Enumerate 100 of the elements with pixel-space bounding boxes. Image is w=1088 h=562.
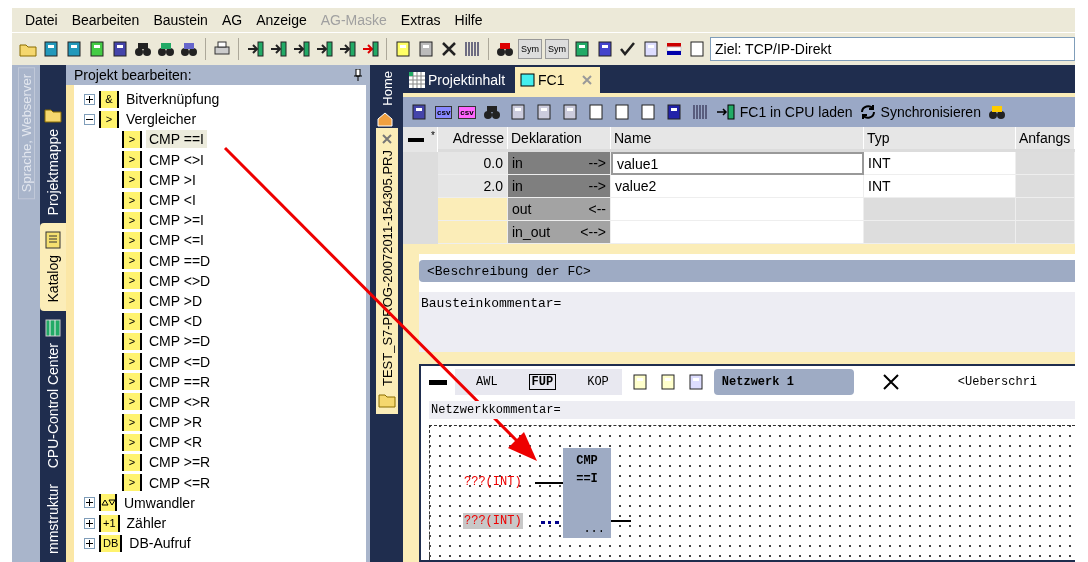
block-badge: > [122, 171, 142, 189]
tree-item[interactable]: CMP <D [146, 312, 206, 331]
block-icon[interactable] [393, 39, 413, 59]
table-cell: 0.0 [438, 152, 508, 175]
csv-button[interactable]: csv [458, 105, 476, 119]
expand-icon[interactable] [84, 537, 95, 549]
tree-item[interactable]: CMP <=I [146, 231, 207, 250]
column-header[interactable]: Anfangs [1016, 127, 1075, 149]
menu-item[interactable]: Hilfe [447, 12, 490, 28]
grid-icon[interactable] [462, 39, 482, 59]
panel-tab[interactable]: Katalog [40, 223, 66, 311]
module-arrow-icon [715, 103, 736, 121]
declaration-text: in [512, 178, 523, 194]
tree-item[interactable]: CMP <=D [146, 352, 214, 371]
tree-item[interactable]: Umwandler [121, 493, 198, 512]
expand-icon[interactable] [84, 497, 95, 509]
network-comment[interactable]: Netzwerkkommentar= [429, 401, 1075, 419]
declaration-cell[interactable]: in_out <--> [508, 221, 611, 244]
tree-item[interactable]: CMP <>I [146, 150, 207, 169]
menu-item[interactable]: AG [214, 12, 250, 28]
module-arrow-icon[interactable] [314, 39, 334, 59]
target-field[interactable]: Ziel: TCP/IP-Direkt [710, 37, 1075, 61]
pin-icon[interactable] [354, 69, 362, 81]
declaration-text: in [512, 155, 523, 171]
document-tab[interactable]: FC1 [515, 67, 600, 93]
menu-item[interactable]: Extras [393, 12, 448, 28]
tree-item[interactable]: Bitverknüpfung [123, 90, 223, 109]
block-badge: > [99, 110, 119, 128]
network-heading[interactable]: <Ueberschri [957, 375, 1038, 389]
module-icon[interactable] [572, 39, 592, 59]
tree-item[interactable]: CMP >=D [146, 332, 214, 351]
menu-item[interactable]: Datei [18, 12, 65, 28]
tree-item[interactable]: CMP <=R [146, 473, 214, 492]
module-arrow-icon[interactable] [291, 39, 311, 59]
menu-item[interactable]: Baustein [146, 12, 215, 28]
tree-item[interactable]: CMP >D [146, 291, 206, 310]
mode-tab[interactable]: FUP [528, 374, 557, 390]
project-tab[interactable]: TEST_S7-PROG-20072011-154305.PRJ [376, 127, 398, 414]
tree-item[interactable]: CMP ==I [146, 130, 207, 149]
module-arrow-icon[interactable] [268, 39, 288, 59]
module-arrow-icon[interactable] [245, 39, 265, 59]
block-badge: > [122, 191, 142, 209]
tree-item[interactable]: Zähler [123, 514, 170, 533]
tree-item[interactable]: Vergleicher [123, 110, 200, 129]
tree-item[interactable]: CMP <>D [146, 271, 214, 290]
tree-item[interactable]: DB-Aufruf [126, 534, 194, 553]
column-marker: * [428, 127, 438, 152]
description-header: <Beschreibung der FC> [419, 260, 1075, 282]
block-operator: ==I [576, 472, 598, 486]
block-comment[interactable]: Bausteinkommentar= [419, 292, 1075, 352]
declaration-cell[interactable]: in --> [508, 175, 611, 198]
module-arrow-icon[interactable] [360, 39, 380, 59]
declaration-cell[interactable]: in --> [508, 152, 611, 175]
mode-tab[interactable]: AWL [473, 374, 501, 390]
tree-item[interactable]: CMP <R [146, 433, 206, 452]
collapse-icon[interactable] [84, 113, 95, 125]
tree-item[interactable]: CMP >=R [146, 453, 214, 472]
toolbar-button[interactable]: FC1 in CPU laden [715, 103, 853, 121]
home-tab[interactable]: Home [376, 65, 398, 110]
name-input[interactable]: value1 [611, 152, 864, 175]
column-header[interactable]: Typ [864, 127, 1016, 149]
function-block[interactable]: CMP ==I ... [563, 448, 611, 538]
block-badge: > [122, 353, 142, 371]
square-icon[interactable] [416, 39, 436, 59]
column-header[interactable]: Name [611, 127, 864, 149]
tree-item[interactable]: CMP <>R [146, 392, 214, 411]
close-icon[interactable] [881, 373, 900, 391]
module-arrow-icon[interactable] [337, 39, 357, 59]
expand-icon[interactable] [84, 517, 95, 529]
tree-item[interactable]: CMP ==D [146, 251, 214, 270]
symbol-button[interactable]: Sym [518, 39, 542, 59]
declaration-text: out [512, 201, 532, 217]
column-header[interactable]: Deklaration [508, 127, 611, 149]
save-icon[interactable] [110, 39, 130, 59]
save-icon[interactable] [409, 102, 429, 122]
mode-tab[interactable]: KOP [584, 374, 612, 390]
expand-icon[interactable] [84, 93, 95, 105]
minus-icon[interactable] [407, 137, 424, 142]
input-label[interactable]: ???(INT) [463, 474, 523, 490]
cpu-module-icon [45, 318, 61, 337]
tree-item[interactable]: CMP >I [146, 170, 199, 189]
block-icon [519, 73, 536, 87]
minus-icon[interactable] [429, 379, 447, 385]
csv-button[interactable]: csv [435, 105, 453, 119]
network-title[interactable]: Netzwerk 1 [713, 369, 854, 395]
tree-item[interactable]: CMP >R [146, 413, 206, 432]
table-cell: INT [864, 175, 1016, 198]
toolbar-button[interactable]: Synchronisieren [858, 103, 981, 121]
declaration-cell[interactable]: out <-- [508, 198, 611, 221]
block-badge: DB [99, 534, 123, 552]
table-cell: value2 [611, 175, 864, 198]
symbol-button[interactable]: Sym [545, 39, 569, 59]
tree-item[interactable]: CMP >=I [146, 211, 207, 230]
direction-text: --> [588, 155, 606, 171]
menu-item[interactable]: Bearbeiten [64, 12, 147, 28]
menu-item[interactable]: Anzeige [249, 12, 314, 28]
column-header[interactable]: Adresse [438, 127, 508, 149]
tree-item[interactable]: CMP ==R [146, 372, 214, 391]
tree-item[interactable]: CMP <I [146, 191, 199, 210]
direction-text: <-- [588, 201, 606, 217]
